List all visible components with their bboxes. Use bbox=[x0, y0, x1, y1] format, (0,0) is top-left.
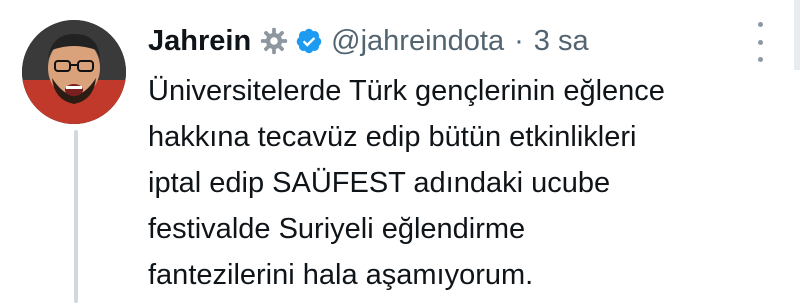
tweet-header: Jahrein @jahreindota · 3 sa bbox=[148, 16, 758, 66]
author-name[interactable]: Jahrein bbox=[148, 16, 251, 66]
more-options-icon[interactable] bbox=[748, 22, 772, 62]
author-handle[interactable]: @jahreindota bbox=[331, 16, 504, 66]
gear-icon bbox=[259, 26, 289, 56]
tweet-text-line: fantezilerini hala aşamıyorum. bbox=[148, 259, 534, 291]
avatar-image bbox=[22, 20, 126, 124]
verified-icon bbox=[295, 27, 323, 55]
tweet-card[interactable]: Jahrein @jahreindota · 3 sa Üniversitele… bbox=[0, 0, 800, 303]
separator-dot: · bbox=[514, 25, 524, 57]
scrollbar-edge bbox=[794, 0, 800, 70]
tweet-text-line: festivalde Suriyeli eğlendirme bbox=[148, 213, 526, 245]
tweet-text-line: iptal edip SAÜFEST adındaki ucube bbox=[148, 167, 611, 199]
tweet-text: Üniversitelerde Türk gençlerinin eğlence… bbox=[148, 68, 768, 298]
tweet-text-line: hakkına tecavüz edip bütün etkinlikleri bbox=[148, 121, 637, 153]
tweet-left-column bbox=[22, 20, 128, 124]
thread-connector-line bbox=[74, 130, 78, 303]
tweet-text-line: Üniversitelerde Türk gençlerinin eğlence bbox=[148, 75, 665, 107]
tweet-timestamp[interactable]: 3 sa bbox=[534, 16, 589, 66]
tweet-content: Jahrein @jahreindota · 3 sa Üniversitele… bbox=[148, 16, 758, 298]
avatar[interactable] bbox=[22, 20, 126, 124]
